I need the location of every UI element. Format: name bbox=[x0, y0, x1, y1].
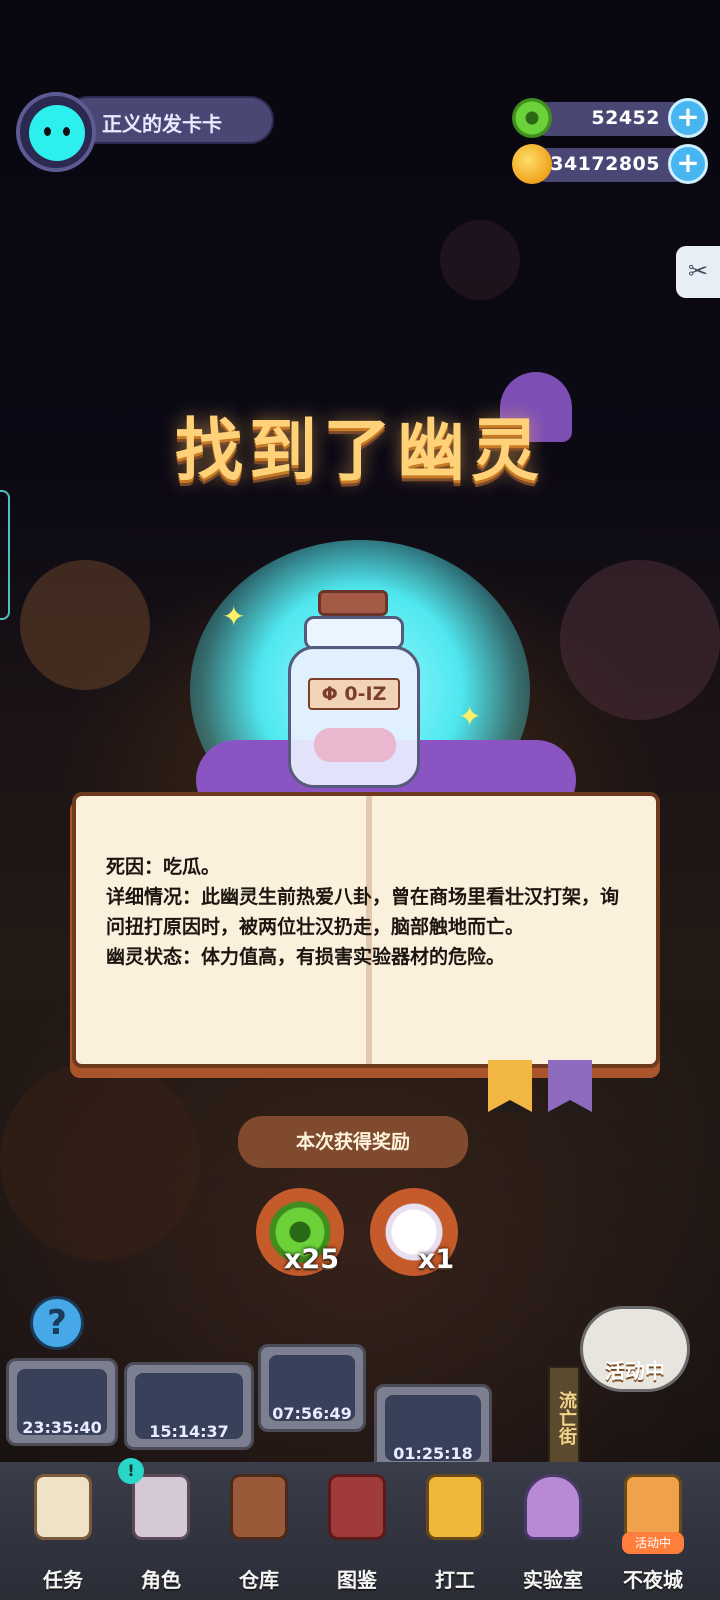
job-board-icon bbox=[426, 1474, 484, 1540]
bottle-body bbox=[288, 646, 420, 788]
ghost-icon[interactable]: x1 bbox=[370, 1188, 458, 1276]
ghost-description: 死因：吃瓜。 详细情况：此幽灵生前热爱八卦，曾在商场里看壮汉打架，询问扭打原因时… bbox=[106, 852, 630, 972]
nav-tasks[interactable]: 任务 bbox=[14, 1462, 112, 1600]
timer-text: 23:35:40 bbox=[22, 1418, 102, 1437]
ghost-status: 幽灵状态：体力值高，有损害实验器材的危险。 bbox=[106, 946, 506, 968]
donut-currency: 52452 + bbox=[512, 98, 708, 138]
death-details: 详细情况：此幽灵生前热爱八卦，曾在商场里看壮汉打架，询问扭打原因时，被两位壮汉扔… bbox=[106, 886, 620, 938]
planet-coin-icon bbox=[512, 144, 552, 184]
nav-label: 不夜城 bbox=[623, 1568, 683, 1592]
timer-machine[interactable]: 01:25:18 bbox=[374, 1384, 492, 1472]
nav-collection[interactable]: 图鉴 bbox=[308, 1462, 406, 1600]
side-drawer-handle[interactable] bbox=[0, 490, 10, 620]
popup-title: 找到了幽灵 bbox=[174, 412, 545, 491]
planet-currency: 34172805 + bbox=[512, 144, 708, 184]
player-profile[interactable]: 正义的发卡卡 bbox=[16, 92, 274, 172]
night-city-icon bbox=[624, 1474, 682, 1540]
notification-badge: ! bbox=[118, 1458, 144, 1484]
ghost-info-book: 死因：吃瓜。 详细情况：此幽灵生前热爱八卦，曾在商场里看壮汉打架，询问扭打原因时… bbox=[72, 792, 660, 1068]
purple-bookmark-ribbon bbox=[548, 1060, 592, 1112]
avatar[interactable] bbox=[16, 92, 96, 172]
activity-label: 活动中 bbox=[605, 1359, 665, 1383]
cat-character-icon bbox=[132, 1474, 190, 1540]
planet-amount: 34172805 bbox=[550, 153, 660, 175]
add-donut-button[interactable]: + bbox=[668, 98, 708, 138]
activity-bubble[interactable]: 活动中 bbox=[580, 1306, 690, 1392]
scissors-icon[interactable]: ✂ bbox=[676, 246, 720, 298]
ghost-bottle: Φ 0-IZ bbox=[288, 590, 430, 790]
timer-text: 01:25:18 bbox=[393, 1444, 473, 1463]
nav-label: 打工 bbox=[435, 1568, 475, 1592]
help-icon[interactable]: ? bbox=[30, 1296, 84, 1350]
bottom-nav: 任务 角色 仓库 图鉴 打工 实验室 不夜城 bbox=[0, 1462, 720, 1600]
nav-label: 实验室 bbox=[523, 1568, 583, 1592]
cause-of-death: 死因：吃瓜。 bbox=[106, 856, 221, 878]
game-scene: 正义的发卡卡 52452 + 34172805 + ✂ 找到了幽灵 ✦ ✦ Φ … bbox=[0, 0, 720, 1600]
reward-qty: x1 bbox=[418, 1244, 455, 1275]
green-donut-icon[interactable]: x25 bbox=[256, 1188, 344, 1276]
sparkle-icon: ✦ bbox=[222, 600, 246, 633]
nav-warehouse[interactable]: 仓库 bbox=[210, 1462, 308, 1600]
chest-icon bbox=[230, 1474, 288, 1540]
timer-text: 15:14:37 bbox=[149, 1422, 229, 1441]
street-sign[interactable]: 流亡街 bbox=[548, 1366, 580, 1466]
timer-machine[interactable]: 07:56:49 bbox=[258, 1344, 366, 1432]
nav-label: 图鉴 bbox=[337, 1568, 377, 1592]
donut-amount: 52452 bbox=[591, 107, 660, 129]
nav-label: 仓库 bbox=[239, 1568, 279, 1592]
green-donut-icon bbox=[512, 98, 552, 138]
add-planet-button[interactable]: + bbox=[668, 144, 708, 184]
nav-work[interactable]: 打工 bbox=[406, 1462, 504, 1600]
scroll-icon bbox=[34, 1474, 92, 1540]
lab-capsule-icon bbox=[524, 1474, 582, 1540]
reward-qty: x25 bbox=[284, 1244, 339, 1275]
activity-tag: 活动中 bbox=[622, 1532, 684, 1554]
timer-machine[interactable]: 15:14:37 bbox=[124, 1362, 254, 1450]
nav-label: 任务 bbox=[43, 1568, 83, 1592]
avatar-eye-left bbox=[44, 127, 51, 136]
bottle-label: Φ 0-IZ bbox=[308, 678, 400, 710]
timer-text: 07:56:49 bbox=[272, 1404, 352, 1423]
nav-lab[interactable]: 实验室 bbox=[504, 1462, 602, 1600]
nav-label: 角色 bbox=[141, 1568, 181, 1592]
avatar-eye-right bbox=[63, 127, 70, 136]
yellow-bookmark-ribbon bbox=[488, 1060, 532, 1112]
timer-machine[interactable]: 23:35:40 bbox=[6, 1358, 118, 1446]
bottle-neck bbox=[304, 616, 404, 650]
sparkle-icon: ✦ bbox=[458, 700, 482, 733]
book-icon bbox=[328, 1474, 386, 1540]
player-name: 正义的发卡卡 bbox=[102, 112, 222, 136]
cyan-cat-avatar-icon bbox=[29, 105, 85, 161]
ghost-face bbox=[314, 728, 396, 762]
nav-night-city[interactable]: 不夜城 bbox=[604, 1462, 702, 1600]
bottle-cork bbox=[318, 590, 388, 616]
reward-title: 本次获得奖励 bbox=[238, 1116, 468, 1168]
